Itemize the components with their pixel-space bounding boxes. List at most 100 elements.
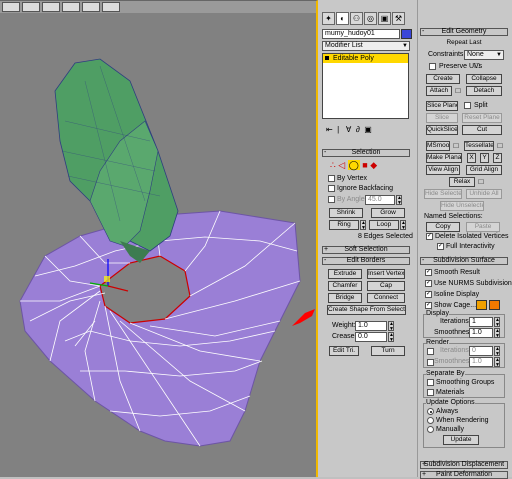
angle-field[interactable]: 45.0 <box>365 195 395 205</box>
angle-spinner[interactable]: ▲ ▼ <box>396 195 402 206</box>
create-button[interactable]: Create <box>426 74 460 84</box>
always-radio[interactable] <box>427 408 434 415</box>
object-name-field[interactable]: mumy_hudoy01 <box>322 29 400 39</box>
planarize-x-button[interactable]: X <box>467 153 476 163</box>
subobject-icons[interactable]: ∴ ◁ ◯ ■ ◆ <box>330 160 377 170</box>
render-iterations-spinner[interactable]: ▲ ▼ <box>494 346 500 357</box>
weight-spinner[interactable]: ▲ ▼ <box>388 321 394 332</box>
constraints-dropdown[interactable]: None ▼ <box>464 50 504 60</box>
display-iterations-spinner[interactable]: ▲ ▼ <box>494 317 500 328</box>
shrink-button[interactable]: Shrink <box>329 208 363 218</box>
create-shape-button[interactable]: Create Shape From Selection <box>327 305 406 315</box>
manually-radio[interactable] <box>427 426 434 433</box>
cage-selection-color-swatch[interactable] <box>489 300 500 310</box>
msmooth-button[interactable]: MSmooth <box>426 141 450 151</box>
collapse-button[interactable]: Collapse <box>466 74 502 84</box>
crease-field[interactable]: 0.0 <box>355 332 387 342</box>
view-align-button[interactable]: View Align <box>426 165 460 175</box>
make-planar-button[interactable]: Make Planar <box>426 153 462 163</box>
weight-field[interactable]: 1.0 <box>355 321 387 331</box>
detach-button[interactable]: Detach <box>466 86 502 96</box>
modifier-stack[interactable]: Editable Poly <box>322 53 409 119</box>
use-nurms-checkbox[interactable]: ✓ <box>425 280 432 287</box>
unhide-all-button[interactable]: Unhide All <box>466 189 502 199</box>
update-button[interactable]: Update <box>443 435 479 445</box>
render-smoothness-spinner[interactable]: ▲ ▼ <box>494 357 500 368</box>
ring-button[interactable]: Ring <box>329 220 359 230</box>
by-vertex-checkbox[interactable] <box>328 175 335 182</box>
rollout-subdivision-displacement[interactable]: + Subdivision Displacement <box>420 461 508 469</box>
materials-checkbox[interactable] <box>427 389 434 396</box>
display-smoothness-spinner[interactable]: ▲ ▼ <box>494 328 500 339</box>
turn-button[interactable]: Turn <box>371 346 405 356</box>
render-iterations-field[interactable]: 0 <box>469 346 493 356</box>
tab-create[interactable]: ✦ <box>322 12 335 25</box>
cut-button[interactable]: Cut <box>462 125 502 135</box>
rollout-edit-geometry[interactable]: - Edit Geometry <box>420 28 508 36</box>
loop-spinner[interactable]: ▲ ▼ <box>400 220 406 231</box>
settings-icon[interactable]: □ <box>453 86 463 96</box>
bridge-button[interactable]: Bridge <box>328 293 362 303</box>
stack-item-editable-poly[interactable]: Editable Poly <box>323 54 408 63</box>
slice-plane-button[interactable]: Slice Plane <box>426 101 458 111</box>
ignore-backfacing-checkbox[interactable] <box>328 185 335 192</box>
quickslice-button[interactable]: QuickSlice <box>426 125 458 135</box>
settings-icon[interactable]: □ <box>476 177 486 187</box>
viewport-perspective[interactable] <box>0 0 318 477</box>
split-checkbox[interactable] <box>464 102 471 109</box>
tab-utilities[interactable]: ⚒ <box>392 12 405 25</box>
when-rendering-radio[interactable] <box>427 417 434 424</box>
planarize-z-button[interactable]: Z <box>493 153 502 163</box>
settings-icon[interactable]: □ <box>495 141 505 151</box>
hide-selected-button[interactable]: Hide Selected <box>424 189 462 199</box>
by-angle-checkbox[interactable] <box>328 196 335 203</box>
tab-modify[interactable]: ◐ <box>336 12 349 25</box>
display-smoothness-field[interactable]: 1.0 <box>469 328 493 338</box>
render-smoothness-field[interactable]: 1.0 <box>469 357 493 367</box>
reset-plane-button[interactable]: Reset Plane <box>462 113 502 123</box>
isoline-display-checkbox[interactable]: ✓ <box>425 291 432 298</box>
connect-button[interactable]: Connect <box>367 293 405 303</box>
smoothing-groups-checkbox[interactable] <box>427 379 434 386</box>
tab-display[interactable]: ▣ <box>378 12 391 25</box>
tessellate-button[interactable]: Tessellate <box>464 141 494 151</box>
extrude-button[interactable]: Extrude <box>328 269 362 279</box>
insert-vertex-button[interactable]: Insert Vertex <box>367 269 405 279</box>
slice-button[interactable]: Slice <box>426 113 458 123</box>
render-smoothness-checkbox[interactable] <box>427 359 434 366</box>
rollout-soft-selection[interactable]: + Soft Selection <box>322 246 410 254</box>
repeat-last-button[interactable]: Repeat Last <box>440 39 488 49</box>
loop-button[interactable]: Loop <box>369 220 399 230</box>
hide-unselected-button[interactable]: Hide Unselected <box>440 201 484 211</box>
tab-hierarchy[interactable]: ⚇ <box>350 12 363 25</box>
rollout-selection[interactable]: - Selection <box>322 149 410 157</box>
copy-button[interactable]: Copy <box>426 222 460 232</box>
edit-tri-button[interactable]: Edit Tri. <box>329 346 359 356</box>
cap-button[interactable]: Cap <box>367 281 405 291</box>
display-iterations-field[interactable]: 1 <box>469 317 493 327</box>
rollout-edit-borders[interactable]: - Edit Borders <box>322 257 410 265</box>
grow-button[interactable]: Grow <box>371 208 405 218</box>
rollout-subdivision-surface[interactable]: - Subdivision Surface <box>420 257 508 265</box>
ring-spinner[interactable]: ▲ ▼ <box>360 220 366 231</box>
object-color-swatch[interactable] <box>401 29 412 39</box>
rollout-paint-deformation[interactable]: + Paint Deformation <box>420 471 508 479</box>
planarize-y-button[interactable]: Y <box>480 153 489 163</box>
full-interactivity-checkbox[interactable]: ✓ <box>437 243 444 250</box>
chamfer-button[interactable]: Chamfer <box>328 281 362 291</box>
show-cage-checkbox[interactable]: ✓ <box>425 302 432 309</box>
settings-icon[interactable]: □ <box>451 141 461 151</box>
settings-icon[interactable]: □ <box>472 61 482 71</box>
grid-align-button[interactable]: Grid Align <box>466 165 502 175</box>
tab-motion[interactable]: ◎ <box>364 12 377 25</box>
paste-button[interactable]: Paste <box>466 222 500 232</box>
render-iterations-checkbox[interactable] <box>427 348 434 355</box>
modifier-list-dropdown[interactable]: Modifier List ▼ <box>322 41 410 51</box>
relax-button[interactable]: Relax <box>449 177 475 187</box>
delete-isolated-checkbox[interactable]: ✓ <box>426 233 433 240</box>
cage-color-swatch[interactable] <box>476 300 487 310</box>
crease-spinner[interactable]: ▲ ▼ <box>388 332 394 343</box>
attach-button[interactable]: Attach <box>426 86 452 96</box>
smooth-result-checkbox[interactable]: ✓ <box>425 269 432 276</box>
preserve-uvs-checkbox[interactable] <box>429 63 436 70</box>
